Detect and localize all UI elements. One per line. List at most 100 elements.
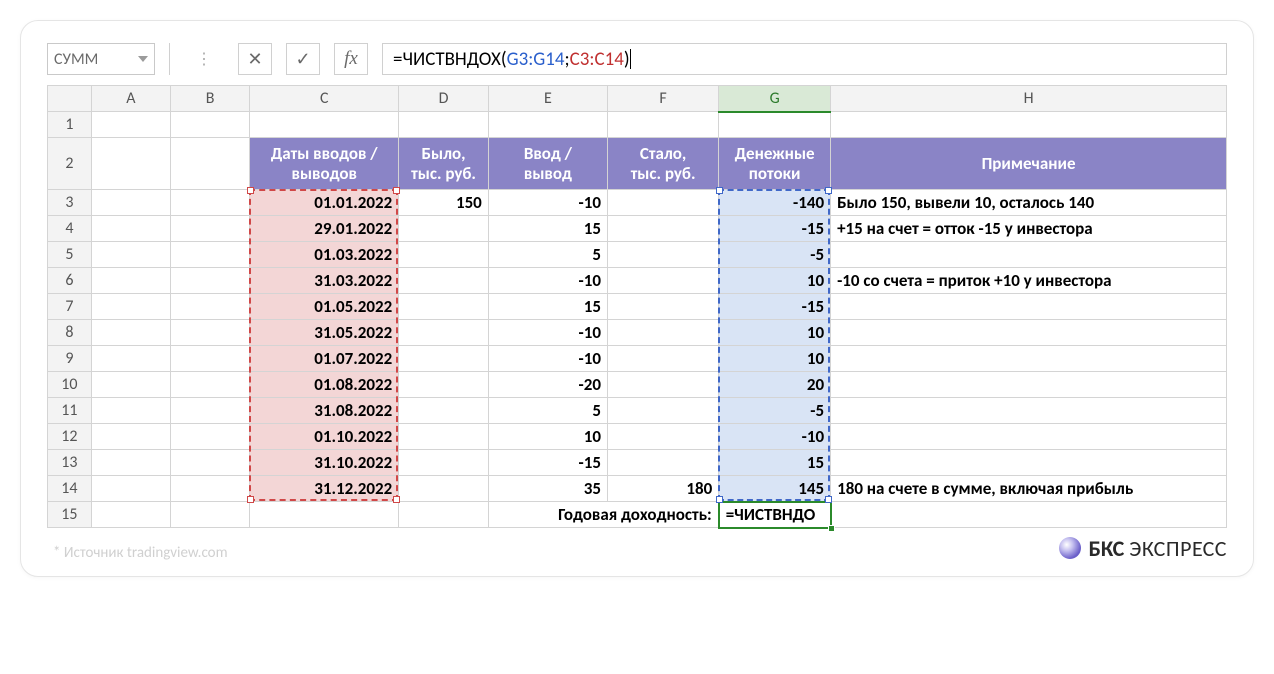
cell-became[interactable] — [607, 398, 718, 424]
cell-date[interactable]: 01.03.2022 — [250, 242, 399, 268]
formula-input[interactable]: =ЧИСТВНДОХ(G3:G14;C3:C14) — [382, 43, 1227, 75]
cell-became[interactable] — [607, 268, 718, 294]
cell-became[interactable] — [607, 216, 718, 242]
cell-became[interactable] — [607, 424, 718, 450]
cell-became[interactable] — [607, 450, 718, 476]
cell-io[interactable]: 5 — [488, 398, 607, 424]
col-header-H[interactable]: H — [831, 86, 1227, 112]
cell-note[interactable] — [831, 346, 1227, 372]
cell-note[interactable]: +15 на счет = отток -15 у инвестора — [831, 216, 1227, 242]
fx-button[interactable]: fx — [334, 43, 368, 75]
cell-flow[interactable]: 10 — [719, 320, 831, 346]
cell-flow[interactable]: -140 — [719, 190, 831, 216]
cell-became[interactable] — [607, 320, 718, 346]
cell-flow[interactable]: 145 — [719, 476, 831, 502]
cell-became[interactable]: 180 — [607, 476, 718, 502]
col-header-C[interactable]: C — [250, 86, 399, 112]
cell-became[interactable] — [607, 294, 718, 320]
cell-note[interactable] — [831, 320, 1227, 346]
cell-was[interactable] — [399, 268, 489, 294]
col-header-E[interactable]: E — [488, 86, 607, 112]
col-header-A[interactable]: A — [91, 86, 170, 112]
cell-date[interactable]: 01.05.2022 — [250, 294, 399, 320]
cell-flow[interactable]: -10 — [719, 424, 831, 450]
row-2-header: 2Даты вводов / выводовБыло, тыс. руб.Вво… — [48, 138, 1227, 190]
cell-date[interactable]: 31.12.2022 — [250, 476, 399, 502]
cell-note[interactable] — [831, 242, 1227, 268]
data-row: 901.07.2022-1010 — [48, 346, 1227, 372]
cell-note[interactable] — [831, 424, 1227, 450]
cell-note[interactable]: -10 со счета = приток +10 у инвестора — [831, 268, 1227, 294]
col-header-D[interactable]: D — [399, 86, 489, 112]
cell-date[interactable]: 31.08.2022 — [250, 398, 399, 424]
select-all-corner[interactable] — [48, 86, 92, 112]
cell-date[interactable]: 29.01.2022 — [250, 216, 399, 242]
cell-flow[interactable]: 20 — [719, 372, 831, 398]
cell-was[interactable] — [399, 242, 489, 268]
cell-was[interactable] — [399, 294, 489, 320]
cell-date[interactable]: 01.07.2022 — [250, 346, 399, 372]
data-row: 631.03.2022-1010-10 со счета = приток +1… — [48, 268, 1227, 294]
cell-flow[interactable]: 10 — [719, 346, 831, 372]
cell-date[interactable]: 31.03.2022 — [250, 268, 399, 294]
cell-flow[interactable]: 10 — [719, 268, 831, 294]
cell-date[interactable]: 01.10.2022 — [250, 424, 399, 450]
fill-handle[interactable] — [828, 525, 835, 532]
cell-io[interactable]: -15 — [488, 450, 607, 476]
col-header-F[interactable]: F — [607, 86, 718, 112]
cell-date[interactable]: 01.08.2022 — [250, 372, 399, 398]
cell-flow[interactable]: -5 — [719, 398, 831, 424]
cell-was[interactable] — [399, 450, 489, 476]
spreadsheet-grid[interactable]: A B C D E F G H 12Даты вводов / выводовБ… — [47, 85, 1227, 529]
cell-was[interactable] — [399, 398, 489, 424]
confirm-button[interactable]: ✓ — [286, 43, 320, 75]
cell-note[interactable]: Было 150, вывели 10, осталось 140 — [831, 190, 1227, 216]
dots-icon: ⋮ — [184, 43, 224, 75]
cell-note[interactable] — [831, 372, 1227, 398]
cell-was[interactable] — [399, 216, 489, 242]
cell-note[interactable] — [831, 294, 1227, 320]
cell-date[interactable]: 31.10.2022 — [250, 450, 399, 476]
brand-bold: БКС — [1089, 535, 1125, 562]
cell-was[interactable] — [399, 424, 489, 450]
cell-io[interactable]: -10 — [488, 190, 607, 216]
col-header-G[interactable]: G — [719, 86, 831, 112]
cell-date[interactable]: 31.05.2022 — [250, 320, 399, 346]
data-row: 1431.12.202235180145180 на счете в сумме… — [48, 476, 1227, 502]
row-1: 1 — [48, 112, 1227, 138]
cell-io[interactable]: -20 — [488, 372, 607, 398]
cell-became[interactable] — [607, 190, 718, 216]
text-cursor — [630, 49, 631, 69]
cell-became[interactable] — [607, 242, 718, 268]
cell-io[interactable]: 15 — [488, 294, 607, 320]
cell-was[interactable] — [399, 320, 489, 346]
cell-became[interactable] — [607, 372, 718, 398]
cell-io[interactable]: -10 — [488, 268, 607, 294]
formula-func: =ЧИСТВНДОХ( — [393, 48, 507, 71]
col-header-B[interactable]: B — [170, 86, 249, 112]
name-box[interactable]: СУММ — [47, 43, 155, 75]
cell-io[interactable]: -10 — [488, 346, 607, 372]
cell-note[interactable] — [831, 398, 1227, 424]
cell-was[interactable] — [399, 372, 489, 398]
cell-note[interactable]: 180 на счете в сумме, включая прибыль — [831, 476, 1227, 502]
cell-io[interactable]: 5 — [488, 242, 607, 268]
cell-io[interactable]: -10 — [488, 320, 607, 346]
cell-io[interactable]: 35 — [488, 476, 607, 502]
cell-was[interactable] — [399, 346, 489, 372]
cell-was[interactable]: 150 — [399, 190, 489, 216]
cell-flow[interactable]: -15 — [719, 294, 831, 320]
cell-note[interactable] — [831, 450, 1227, 476]
cell-was[interactable] — [399, 476, 489, 502]
cancel-button[interactable]: ✕ — [238, 43, 272, 75]
cell-flow[interactable]: 15 — [719, 450, 831, 476]
cell-io[interactable]: 15 — [488, 216, 607, 242]
cell-io[interactable]: 10 — [488, 424, 607, 450]
header-H: Примечание — [831, 138, 1227, 190]
header-D: Было, тыс. руб. — [399, 138, 489, 190]
cell-flow[interactable]: -5 — [719, 242, 831, 268]
cell-flow[interactable]: -15 — [719, 216, 831, 242]
cell-became[interactable] — [607, 346, 718, 372]
cell-date[interactable]: 01.01.2022 — [250, 190, 399, 216]
active-cell[interactable]: =ЧИСТВНДО — [719, 502, 831, 528]
